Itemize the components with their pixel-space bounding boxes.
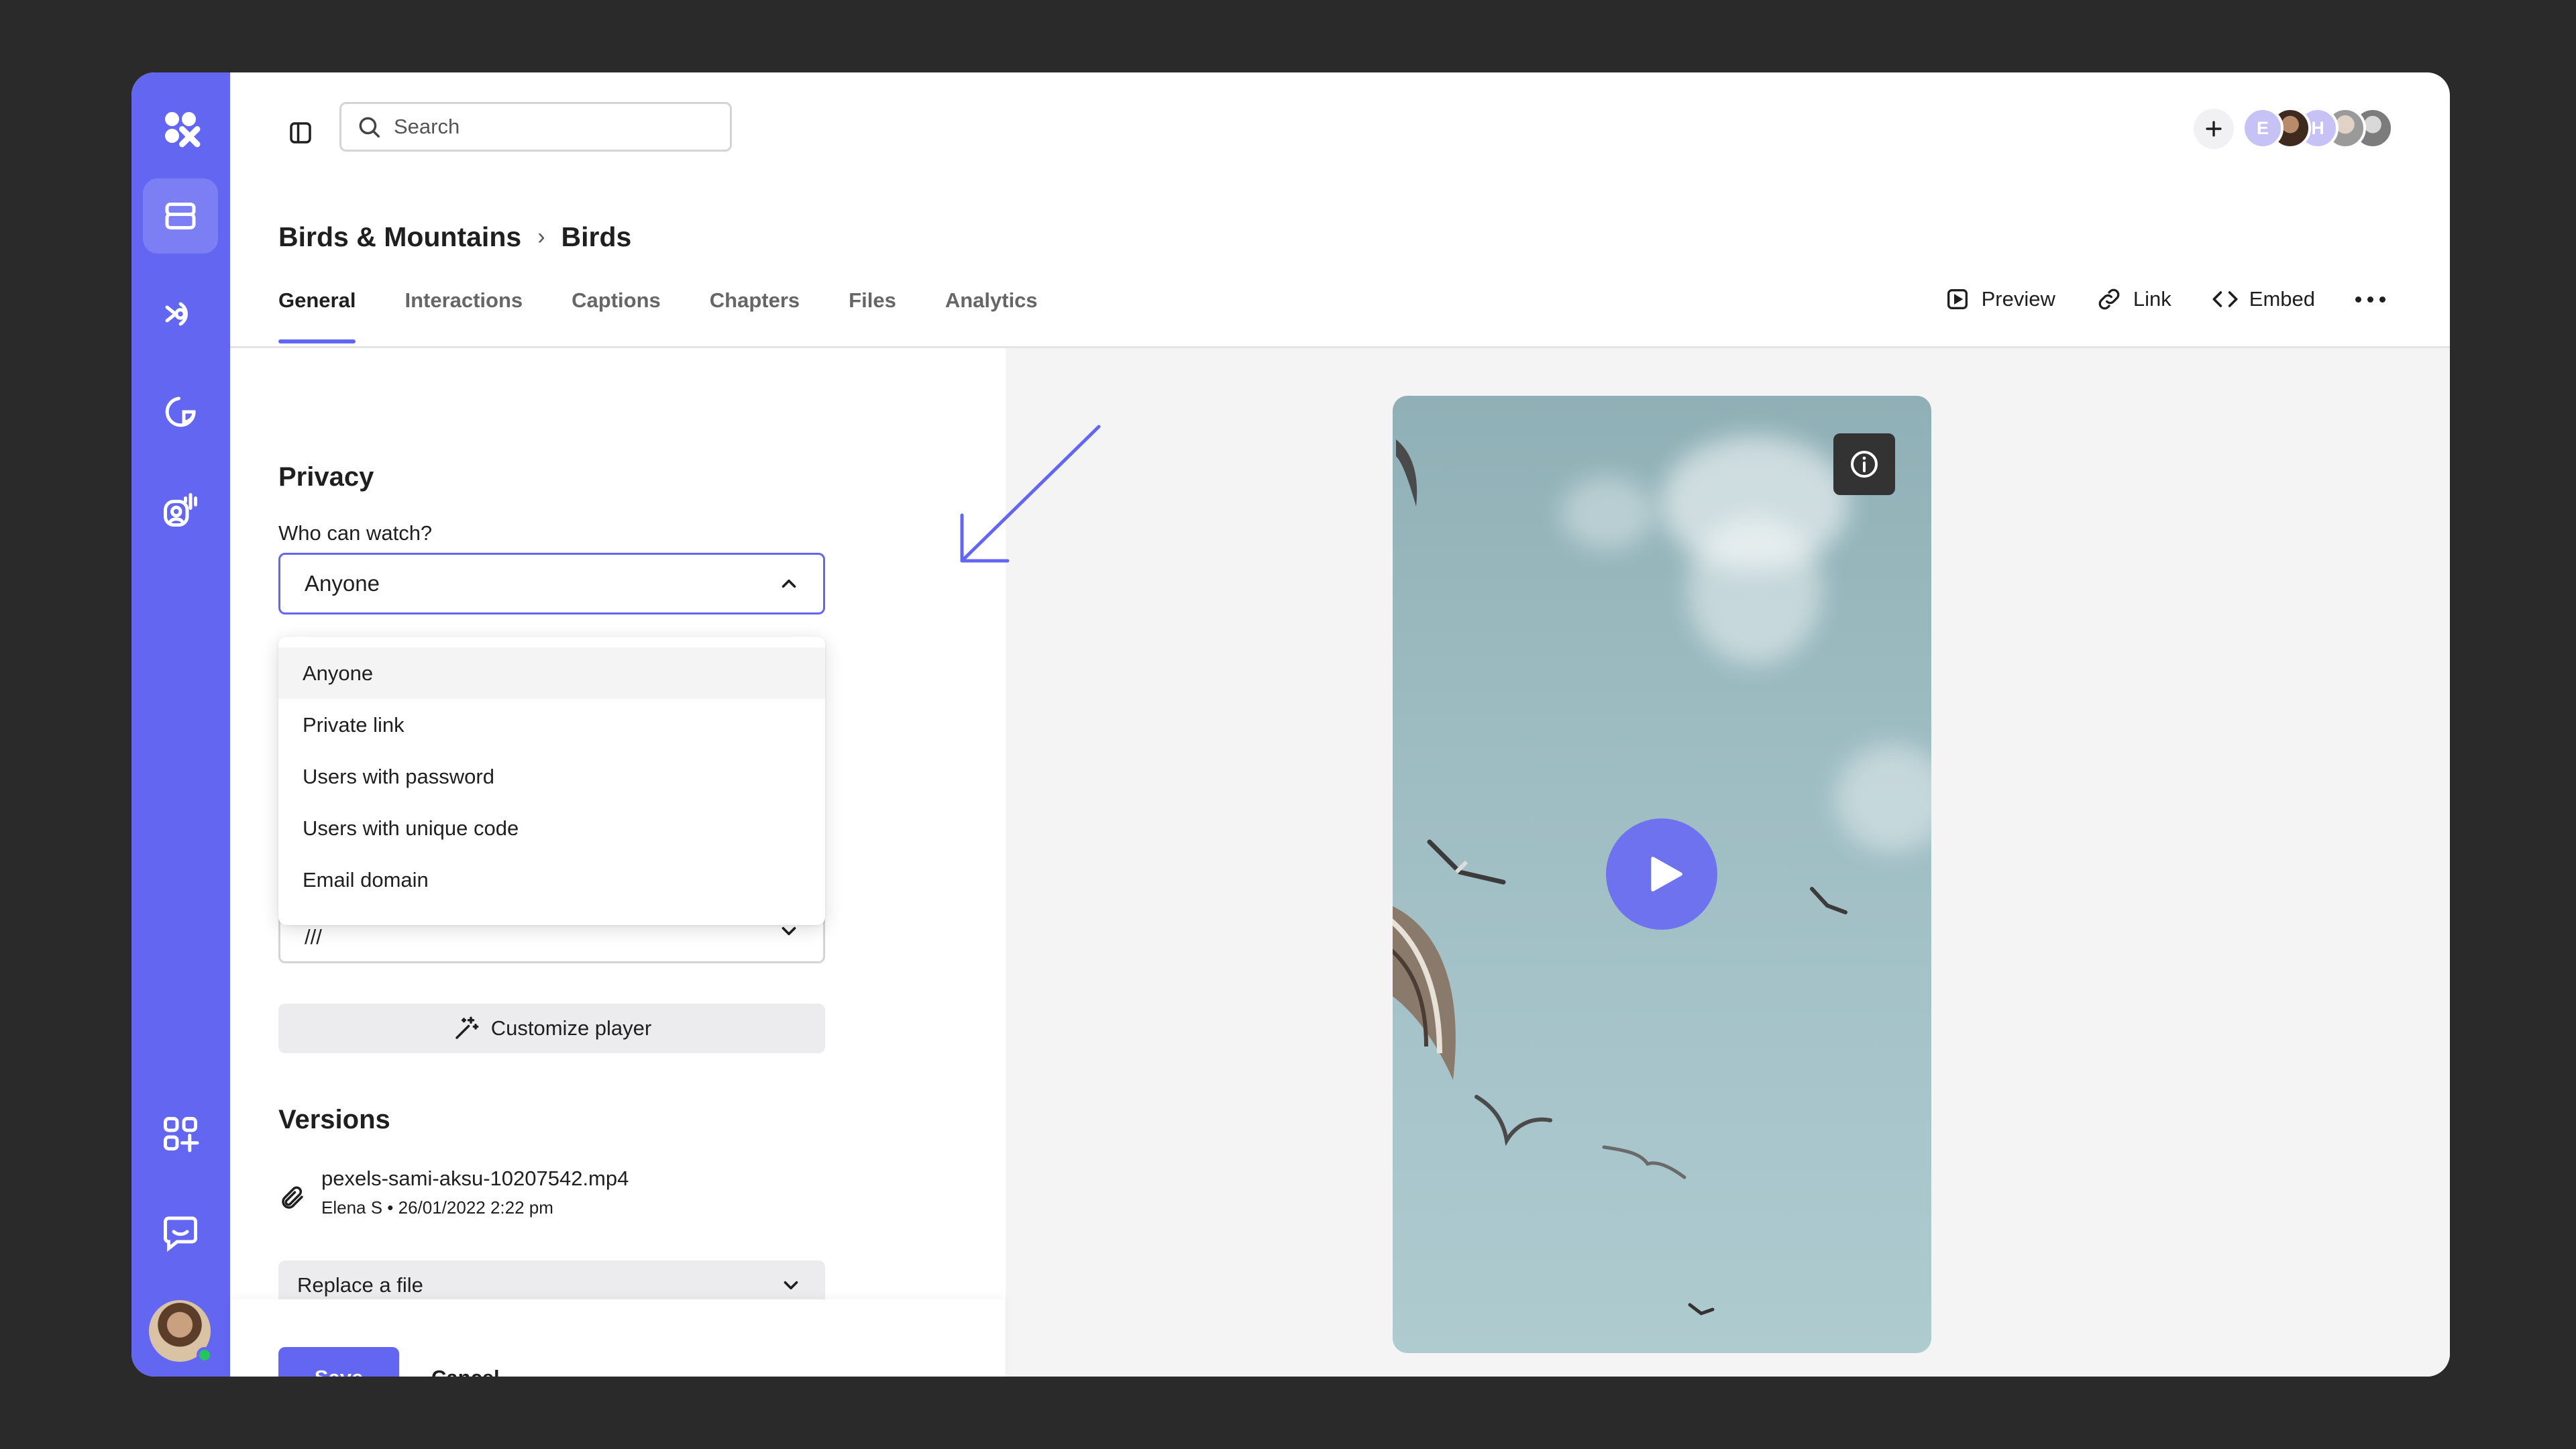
customize-player-label: Customize player <box>490 1016 652 1040</box>
cancel-button[interactable]: Cancel <box>431 1347 500 1377</box>
secondary-select-value: /// <box>305 925 322 949</box>
privacy-dropdown-menu: Anyone Private link Users with password … <box>278 637 825 925</box>
chevron-down-icon <box>784 1281 798 1290</box>
menu-item-anyone[interactable]: Anyone <box>278 647 825 699</box>
sidebar-toggle-icon[interactable] <box>279 111 322 154</box>
embed-label: Embed <box>2249 287 2315 311</box>
search-icon <box>359 117 380 138</box>
save-button[interactable]: Save <box>278 1347 399 1377</box>
privacy-select-value: Anyone <box>305 571 380 596</box>
tab-files[interactable]: Files <box>849 288 896 335</box>
preview-label: Preview <box>1981 287 2055 311</box>
search-box[interactable] <box>339 102 732 152</box>
preview-icon <box>1947 289 1968 309</box>
link-button[interactable]: Link <box>2096 286 2171 313</box>
breadcrumb-separator: › <box>537 223 545 250</box>
play-icon <box>1651 857 1682 892</box>
broadcast-icon[interactable] <box>143 276 218 352</box>
video-preview[interactable] <box>1393 396 1931 1353</box>
version-file-name[interactable]: pexels-sami-aksu-10207542.mp4 <box>321 1167 629 1191</box>
app-window: E H Birds & Mountains › Birds General In… <box>131 72 2450 1377</box>
info-icon[interactable] <box>1833 433 1895 495</box>
logo-icon[interactable] <box>143 90 218 165</box>
breadcrumb: Birds & Mountains › Birds <box>278 213 631 260</box>
who-can-watch-label: Who can watch? <box>278 521 433 545</box>
menu-item-private-link[interactable]: Private link <box>278 699 825 751</box>
embed-icon <box>2212 291 2238 307</box>
chevron-up-icon <box>782 579 796 588</box>
left-rail <box>131 72 230 1377</box>
paperclip-icon <box>282 1186 303 1209</box>
ai-avatar-icon[interactable] <box>143 472 218 547</box>
tab-bar: General Interactions Captions Chapters F… <box>278 288 1087 343</box>
tab-analytics[interactable]: Analytics <box>945 288 1038 335</box>
bird <box>1474 1095 1552 1146</box>
analytics-icon[interactable] <box>143 374 218 449</box>
search-input[interactable] <box>394 115 716 139</box>
menu-item-password[interactable]: Users with password <box>278 751 825 802</box>
folder-icon[interactable] <box>143 178 218 254</box>
magic-wand-icon <box>455 1016 479 1039</box>
menu-item-unique-code[interactable]: Users with unique code <box>278 802 825 854</box>
version-file-row: pexels-sami-aksu-10207542.mp4 Elena S • … <box>278 1167 629 1218</box>
tab-captions[interactable]: Captions <box>572 288 661 335</box>
settings-panel: Privacy Who can watch? Anyone /// Anyone… <box>230 348 1006 1377</box>
tab-chapters[interactable]: Chapters <box>710 288 800 335</box>
header-actions: Preview Link Embed <box>1904 286 2385 313</box>
apps-icon[interactable] <box>143 1096 218 1171</box>
preview-button[interactable]: Preview <box>1944 286 2055 313</box>
bird <box>1393 906 1456 1080</box>
more-icon[interactable] <box>2355 296 2385 303</box>
plus-icon[interactable] <box>2194 109 2234 149</box>
bird <box>1602 1145 1686 1179</box>
breadcrumb-current: Birds <box>561 221 632 252</box>
embed-button[interactable]: Embed <box>2212 286 2315 313</box>
chat-icon[interactable] <box>143 1194 218 1269</box>
collaborator-avatar[interactable]: E <box>2242 107 2284 149</box>
play-button[interactable] <box>1606 818 1717 930</box>
breadcrumb-parent[interactable]: Birds & Mountains <box>278 221 521 253</box>
bird <box>1427 839 1506 885</box>
annotation-arrow <box>960 425 1101 563</box>
link-label: Link <box>2133 287 2171 311</box>
version-file-meta: Elena S • 26/01/2022 2:22 pm <box>321 1197 553 1218</box>
bird <box>1396 439 1417 506</box>
bird <box>1688 1303 1715 1316</box>
replace-file-label: Replace a file <box>297 1273 423 1297</box>
tab-general[interactable]: General <box>278 288 356 343</box>
versions-heading: Versions <box>278 1105 390 1134</box>
bird <box>1810 887 1847 914</box>
link-icon <box>2098 288 2120 310</box>
online-status-dot <box>197 1347 213 1363</box>
privacy-heading: Privacy <box>278 462 374 492</box>
menu-item-email-domain[interactable]: Email domain <box>278 854 825 906</box>
tab-interactions[interactable]: Interactions <box>405 288 523 335</box>
customize-player-button[interactable]: Customize player <box>278 1004 825 1053</box>
privacy-select[interactable]: Anyone <box>278 553 825 614</box>
